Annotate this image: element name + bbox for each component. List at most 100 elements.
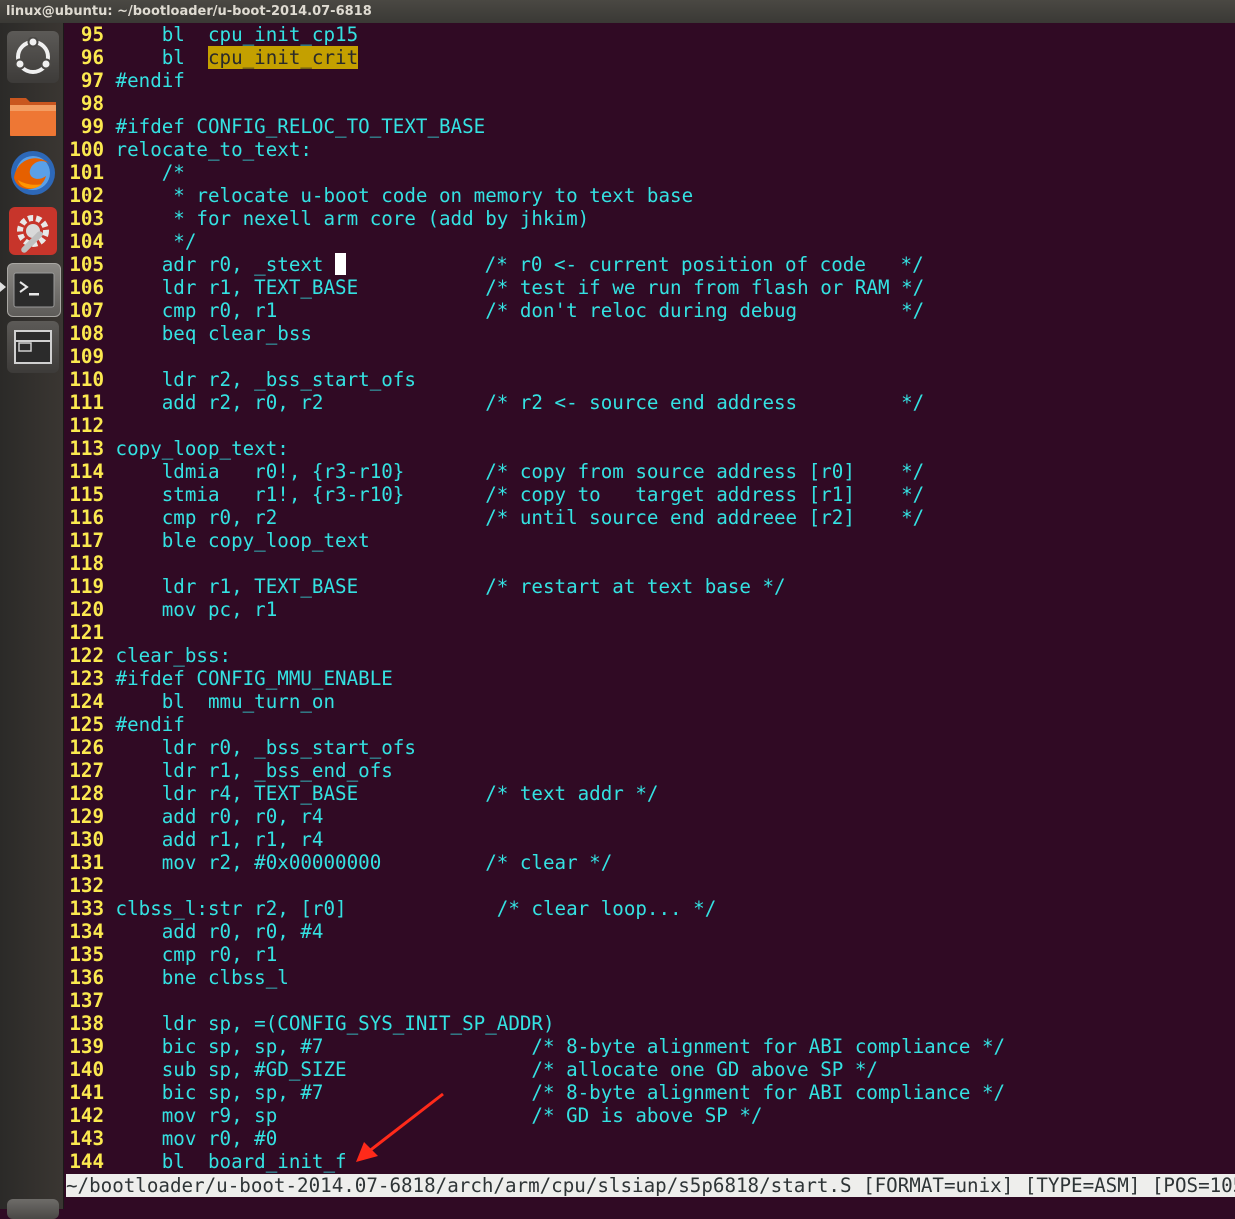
code-line: 123 #ifdef CONFIG_MMU_ENABLE	[66, 667, 392, 690]
line-number: 108	[69, 322, 104, 345]
code-line: 130 add r1, r1, r4	[66, 828, 323, 851]
code-text: add r0, r0, #4	[104, 920, 324, 943]
line-number: 107	[69, 299, 104, 322]
files-icon[interactable]	[7, 89, 59, 141]
search-highlight: cpu_init_crit	[207, 46, 359, 69]
line-number: 125	[69, 713, 104, 736]
code-text: * relocate u-boot code on memory to text…	[104, 184, 694, 207]
text-cursor	[335, 253, 347, 275]
window-title: linux@ubuntu: ~/bootloader/u-boot-2014.0…	[0, 0, 1235, 23]
line-number: 133	[69, 897, 104, 920]
code-line: 131 mov r2, #0x00000000 /* clear */	[66, 851, 612, 874]
line-number: 105	[69, 253, 104, 276]
line-number: 118	[69, 552, 104, 575]
line-number: 119	[69, 575, 104, 598]
code-line: 129 add r0, r0, r4	[66, 805, 323, 828]
line-number: 139	[69, 1035, 104, 1058]
code-line: 108 beq clear_bss	[66, 322, 312, 345]
line-number: 130	[69, 828, 104, 851]
line-number: 120	[69, 598, 104, 621]
line-number: 135	[69, 943, 104, 966]
code-line: 102 * relocate u-boot code on memory to …	[66, 184, 693, 207]
code-line: 118	[66, 552, 116, 575]
code-line: 116 cmp r0, r2 /* until source end addre…	[66, 506, 924, 529]
code-text: mov r2, #0x00000000 /* clear */	[104, 851, 613, 874]
line-number: 129	[69, 805, 104, 828]
line-number: 115	[69, 483, 104, 506]
code-text: ldr r1, TEXT_BASE /* test if we run from…	[104, 276, 925, 299]
system-settings-icon[interactable]	[7, 205, 59, 257]
line-number: 141	[69, 1081, 104, 1104]
line-number: 98	[80, 92, 104, 115]
code-text: */	[104, 230, 197, 253]
line-number: 103	[69, 207, 104, 230]
code-line: 97 #endif	[66, 69, 185, 92]
line-number: 140	[69, 1058, 104, 1081]
code-line: 113 copy_loop_text:	[66, 437, 289, 460]
code-line: 106 ldr r1, TEXT_BASE /* test if we run …	[66, 276, 924, 299]
code-line: 98	[66, 92, 116, 115]
code-text: #endif	[104, 69, 185, 92]
code-text: clbss_l:str r2, [r0] /* clear loop... */	[104, 897, 717, 920]
code-line: 121	[66, 621, 116, 644]
annotation-arrow-icon	[356, 1092, 444, 1162]
vim-editor[interactable]: 95 bl cpu_init_cp15 96 bl cpu_init_crit 97…	[66, 23, 1235, 1174]
line-number: 117	[69, 529, 104, 552]
code-text: bl cpu_init_cp15	[104, 23, 359, 46]
line-number: 143	[69, 1127, 104, 1150]
code-text: add r2, r0, r2 /* r2 <- source end addre…	[104, 391, 925, 414]
code-text: clear_bss:	[104, 644, 232, 667]
code-line: 101 /*	[66, 161, 185, 184]
code-line: 133 clbss_l:str r2, [r0] /* clear loop..…	[66, 897, 716, 920]
code-line: 126 ldr r0, _bss_start_ofs	[66, 736, 416, 759]
line-number: 136	[69, 966, 104, 989]
code-line: 105 adr r0, _stext /* r0 <- current posi…	[66, 253, 924, 276]
code-text: * for nexell arm core (add by jhkim)	[104, 207, 590, 230]
code-line: 109	[66, 345, 116, 368]
code-text: ldmia r0!, {r3-r10} /* copy from source …	[104, 460, 925, 483]
code-line: 110 ldr r2, _bss_start_ofs	[66, 368, 416, 391]
line-number: 99	[80, 115, 104, 138]
line-number: 106	[69, 276, 104, 299]
code-line: 138 ldr sp, =(CONFIG_SYS_INIT_SP_ADDR)	[66, 1012, 554, 1035]
code-text: bic sp, sp, #7 /* 8-byte alignment for A…	[104, 1081, 1006, 1104]
code-text: bl board_init_f	[104, 1150, 347, 1173]
line-number: 100	[69, 138, 104, 161]
code-line: 112	[66, 414, 116, 437]
line-number: 137	[69, 989, 104, 1012]
code-line: 144 bl board_init_f	[66, 1150, 347, 1173]
code-line: 111 add r2, r0, r2 /* r2 <- source end a…	[66, 391, 924, 414]
code-line: 132	[66, 874, 116, 897]
line-number: 109	[69, 345, 104, 368]
code-line: 124 bl mmu_turn_on	[66, 690, 335, 713]
code-text: ldr r1, TEXT_BASE /* restart at text bas…	[104, 575, 786, 598]
line-number: 131	[69, 851, 104, 874]
code-line: 117 ble copy_loop_text	[66, 529, 370, 552]
code-text: sub sp, #GD_SIZE /* allocate one GD abov…	[104, 1058, 878, 1081]
line-number: 111	[69, 391, 104, 414]
trash-icon[interactable]	[7, 1199, 59, 1219]
code-text: bic sp, sp, #7 /* 8-byte alignment for A…	[104, 1035, 1006, 1058]
code-line: 134 add r0, r0, #4	[66, 920, 324, 943]
code-text: ble copy_loop_text	[104, 529, 370, 552]
line-number: 102	[69, 184, 104, 207]
code-line: 103 * for nexell arm core (add by jhkim)	[66, 207, 589, 230]
code-line: 122 clear_bss:	[66, 644, 231, 667]
workspace-switcher-icon[interactable]	[7, 321, 59, 373]
line-number: 132	[69, 874, 104, 897]
line-number: 104	[69, 230, 104, 253]
firefox-icon[interactable]	[7, 147, 59, 199]
terminal-icon[interactable]	[7, 263, 61, 317]
code-line: 128 ldr r4, TEXT_BASE /* text addr */	[66, 782, 659, 805]
code-text: ldr r4, TEXT_BASE /* text addr */	[104, 782, 659, 805]
code-text: stmia r1!, {r3-r10} /* copy to target ad…	[104, 483, 925, 506]
code-text: cmp r0, r1 /* don't reloc during debug *…	[104, 299, 925, 322]
active-app-indicator	[0, 282, 6, 292]
ubuntu-dash-icon[interactable]	[7, 31, 59, 83]
